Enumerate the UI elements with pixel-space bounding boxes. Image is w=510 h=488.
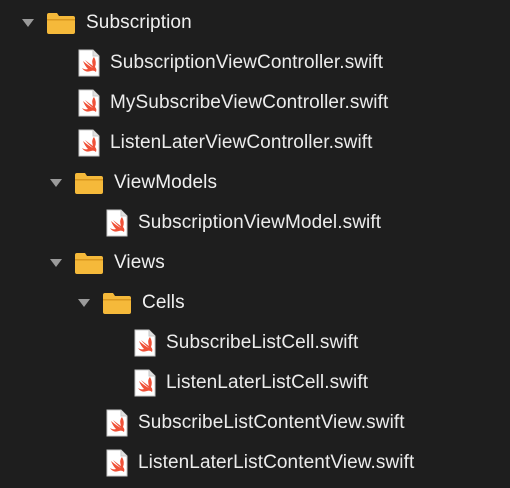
folder-label: Cells bbox=[142, 292, 185, 313]
file-label: SubscriptionViewModel.swift bbox=[138, 212, 382, 233]
swift-file-icon bbox=[78, 129, 100, 157]
folder-label: Views bbox=[114, 252, 165, 273]
swift-file-icon bbox=[78, 89, 100, 117]
folder-icon bbox=[75, 173, 103, 194]
swift-file-icon bbox=[134, 369, 156, 397]
file-label: ListenLaterViewController.swift bbox=[110, 132, 373, 153]
folder-icon bbox=[47, 13, 75, 34]
folder-icon bbox=[103, 293, 131, 314]
folder-row-viewmodels[interactable]: ViewModels bbox=[0, 163, 510, 203]
file-row[interactable]: ListenLaterListContentView.swift bbox=[0, 443, 510, 483]
folder-icon bbox=[75, 253, 103, 274]
folder-row-views[interactable]: Views bbox=[0, 243, 510, 283]
disclosure-triangle-icon[interactable] bbox=[48, 175, 64, 191]
file-row[interactable]: MySubscribeViewController.swift bbox=[0, 83, 510, 123]
folder-label: ViewModels bbox=[114, 172, 218, 193]
file-label: ListenLaterListContentView.swift bbox=[138, 452, 415, 473]
file-row[interactable]: SubscribeListContentView.swift bbox=[0, 403, 510, 443]
file-label: ListenLaterListCell.swift bbox=[166, 372, 369, 393]
file-row[interactable]: ListenLaterViewController.swift bbox=[0, 123, 510, 163]
file-row[interactable]: SubscribeListCell.swift bbox=[0, 323, 510, 363]
folder-row-cells[interactable]: Cells bbox=[0, 283, 510, 323]
file-row[interactable]: SubscriptionViewController.swift bbox=[0, 43, 510, 83]
disclosure-triangle-icon[interactable] bbox=[48, 255, 64, 271]
file-label: SubscribeListContentView.swift bbox=[138, 412, 405, 433]
swift-file-icon bbox=[106, 209, 128, 237]
swift-file-icon bbox=[106, 449, 128, 477]
file-label: SubscribeListCell.swift bbox=[166, 332, 359, 353]
folder-label: Subscription bbox=[86, 12, 192, 33]
swift-file-icon bbox=[106, 409, 128, 437]
folder-row-subscription[interactable]: Subscription bbox=[0, 3, 510, 43]
file-label: SubscriptionViewController.swift bbox=[110, 52, 384, 73]
file-row[interactable]: SubscriptionViewModel.swift bbox=[0, 203, 510, 243]
disclosure-triangle-icon[interactable] bbox=[20, 15, 36, 31]
project-navigator: Subscription SubscriptionViewController.… bbox=[0, 0, 510, 488]
file-row[interactable]: ListenLaterListCell.swift bbox=[0, 363, 510, 403]
file-label: MySubscribeViewController.swift bbox=[110, 92, 389, 113]
swift-file-icon bbox=[134, 329, 156, 357]
disclosure-triangle-icon[interactable] bbox=[76, 295, 92, 311]
swift-file-icon bbox=[78, 49, 100, 77]
